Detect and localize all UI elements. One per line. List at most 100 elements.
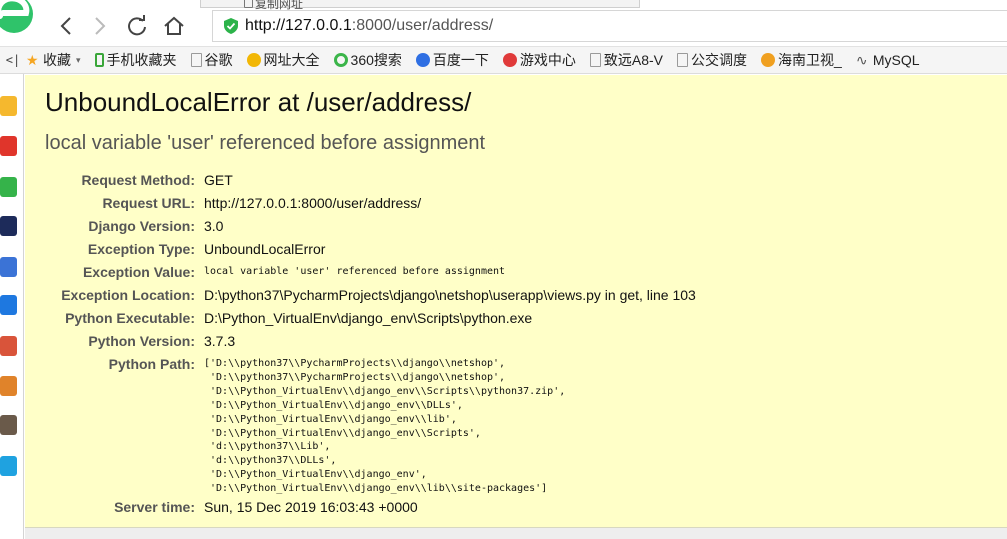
meta-label: Exception Location: [61,287,195,303]
bookmark-item[interactable]: 谷歌 [190,50,233,70]
django-error-page: UnboundLocalError at /user/address/ loca… [25,75,1007,539]
copy-icon [244,0,253,8]
python-path-entry: 'D:\\Python_VirtualEnv\\django_env\\lib\… [204,483,548,495]
meta-value: GET [204,172,233,188]
meta-row: Request URL: http://127.0.0.1:8000/user/a… [25,193,421,213]
bookmark-item[interactable]: 百度一下 [415,50,489,70]
meta-value: local variable 'user' referenced before … [204,266,506,277]
meta-row: Exception Type: UnboundLocalError [25,239,326,259]
meta-row: Exception Value: local variable 'user' re… [25,262,505,282]
game-icon-2[interactable] [0,376,17,396]
bookmark-item[interactable]: 游戏中心 [502,50,576,70]
home-button[interactable] [160,12,188,40]
bookmark-label: 360搜索 [350,52,402,68]
python-path-entry: 'D:\\Python_VirtualEnv\\django_env\\lib'… [204,413,457,425]
bookmark-label: 手机收藏夹 [106,52,177,68]
favorites-star-icon[interactable] [0,96,17,116]
meta-label: Exception Value: [82,264,195,280]
bookmark-label: MySQL [872,52,920,68]
section-divider [25,527,1007,539]
error-subtitle: local variable 'user' referenced before … [45,132,486,154]
refresh-icon [128,15,146,36]
python-path-label: Python Path: [108,356,195,372]
meta-label: Python Version: [88,333,195,349]
game-icon [502,53,517,67]
bookmark-label: 海南卫视_ [778,52,842,68]
meta-value: 3.0 [204,218,224,234]
game-icon-3[interactable] [0,415,17,435]
page-icon [589,53,601,67]
error-title: UnboundLocalError at /user/address/ [45,87,472,117]
meta-value: http://127.0.0.1:8000/user/address/ [204,195,422,211]
security-shield-icon [224,18,238,34]
tv-icon [761,53,776,67]
mail-icon[interactable] [0,177,17,197]
meta-label: Python Executable: [65,310,195,326]
browser-toolbar: 复制网址 http://127.0.0.1:8000/user/address/ [0,0,1007,46]
app-icon[interactable] [0,456,17,476]
back-button[interactable] [52,12,80,40]
back-arrow-icon [60,17,71,35]
bookmark-label: 致远A8-V [603,52,664,68]
meta-row: Exception Location: D:\python37\PycharmPr… [25,285,696,305]
bookmark-item[interactable]: 网址大全 [246,50,320,70]
meta-label: Request URL: [102,195,195,211]
bookmark-label: 收藏 [43,52,71,68]
python-path-entry: 'D:\\Python_VirtualEnv\\django_env\\DLLs… [204,399,463,411]
baidu-paw-icon [415,53,430,67]
bookmark-item[interactable]: ∿ MySQL [856,52,920,68]
site-nav-icon [246,53,261,67]
meta-row: Python Version: 3.7.3 [25,331,235,351]
page-icon [677,53,689,67]
python-path-entry: ['D:\\python37\\PycharmProjects\\django\… [204,358,506,369]
bookmark-item[interactable]: 手机收藏夹 [94,50,177,70]
bookmark-item[interactable]: ★ 收藏 ▾ [26,50,81,70]
forward-button[interactable] [86,12,114,40]
python-path-entry: 'D:\\Python_VirtualEnv\\django_env', [204,469,427,481]
meta-label: Exception Type: [87,241,195,257]
chat-icon[interactable] [0,295,17,315]
python-path-row: Python Path: ['D:\\python37\\PycharmProje… [25,354,566,494]
address-text[interactable]: http://127.0.0.1:8000/user/address/ [245,17,493,35]
meta-value: D:\python37\PycharmProjects\django\netsh… [204,287,696,303]
python-path-entry: 'd:\\python37\\Lib', [204,441,331,453]
browser-logo-icon[interactable] [0,0,42,40]
bookmarks-bar: <| ★ 收藏 ▾ 手机收藏夹 谷歌 网址大全 360搜索 百度一下 游戏中心 致远A8-V 公交调… [0,46,1007,74]
meta-value: D:\Python_VirtualEnv\django_env\Scripts\… [204,310,533,326]
address-bar[interactable]: http://127.0.0.1:8000/user/address/ [212,10,1007,42]
news-app-icon[interactable] [0,216,17,236]
server-time-value: Sun, 15 Dec 2019 16:03:43 +0000 [204,499,418,515]
python-path-entry: 'D:\\Python_VirtualEnv\\django_env\\Scri… [204,385,566,397]
forward-arrow-icon [95,17,106,35]
python-path-entry: 'd:\\python37\\DLLs', [204,455,337,467]
chevron-down-icon: ▾ [76,54,81,65]
url-host: http://127.0.0.1 [245,17,352,34]
bookmark-item[interactable]: 公交调度 [677,50,747,70]
document-icon[interactable] [0,257,17,277]
copy-url-tooltip[interactable]: 复制网址 [244,0,303,11]
python-path-entry: 'D:\\Python_VirtualEnv\\django_env\\Scri… [204,427,481,439]
sidebar [0,74,24,539]
refresh-button[interactable] [123,12,151,40]
python-path-list: ['D:\\python37\\PycharmProjects\\django\… [204,354,565,494]
bookmarks-collapse-toggle[interactable]: <| [0,53,26,67]
python-path-entry: 'D:\\python37\\PycharmProjects\\django\\… [204,371,506,383]
meta-value: 3.7.3 [204,333,236,349]
bookmark-list: ★ 收藏 ▾ 手机收藏夹 谷歌 网址大全 360搜索 百度一下 游戏中心 致远A8-V 公交调度 海南… [26,50,934,70]
mysql-icon: ∿ [855,52,868,68]
server-time-row: Server time: Sun, 15 Dec 2019 16:03:43 +0… [25,497,418,517]
meta-label: Request Method: [81,172,195,188]
game-icon-1[interactable] [0,336,17,356]
bookmark-item[interactable]: 致远A8-V [589,50,664,70]
meta-label: Django Version: [88,218,195,234]
star-icon: ★ [26,52,39,68]
weibo-icon[interactable] [0,136,17,156]
meta-row: Django Version: 3.0 [25,216,223,236]
meta-row: Python Executable: D:\Python_VirtualEnv\d… [25,308,532,328]
bookmark-item[interactable]: 360搜索 [333,50,402,70]
bookmark-item[interactable]: 海南卫视_ [761,50,842,70]
bookmark-label: 谷歌 [204,52,233,68]
url-path: :8000/user/address/ [351,17,494,34]
meta-row: Request Method: GET [25,170,233,190]
page-icon [190,53,202,67]
